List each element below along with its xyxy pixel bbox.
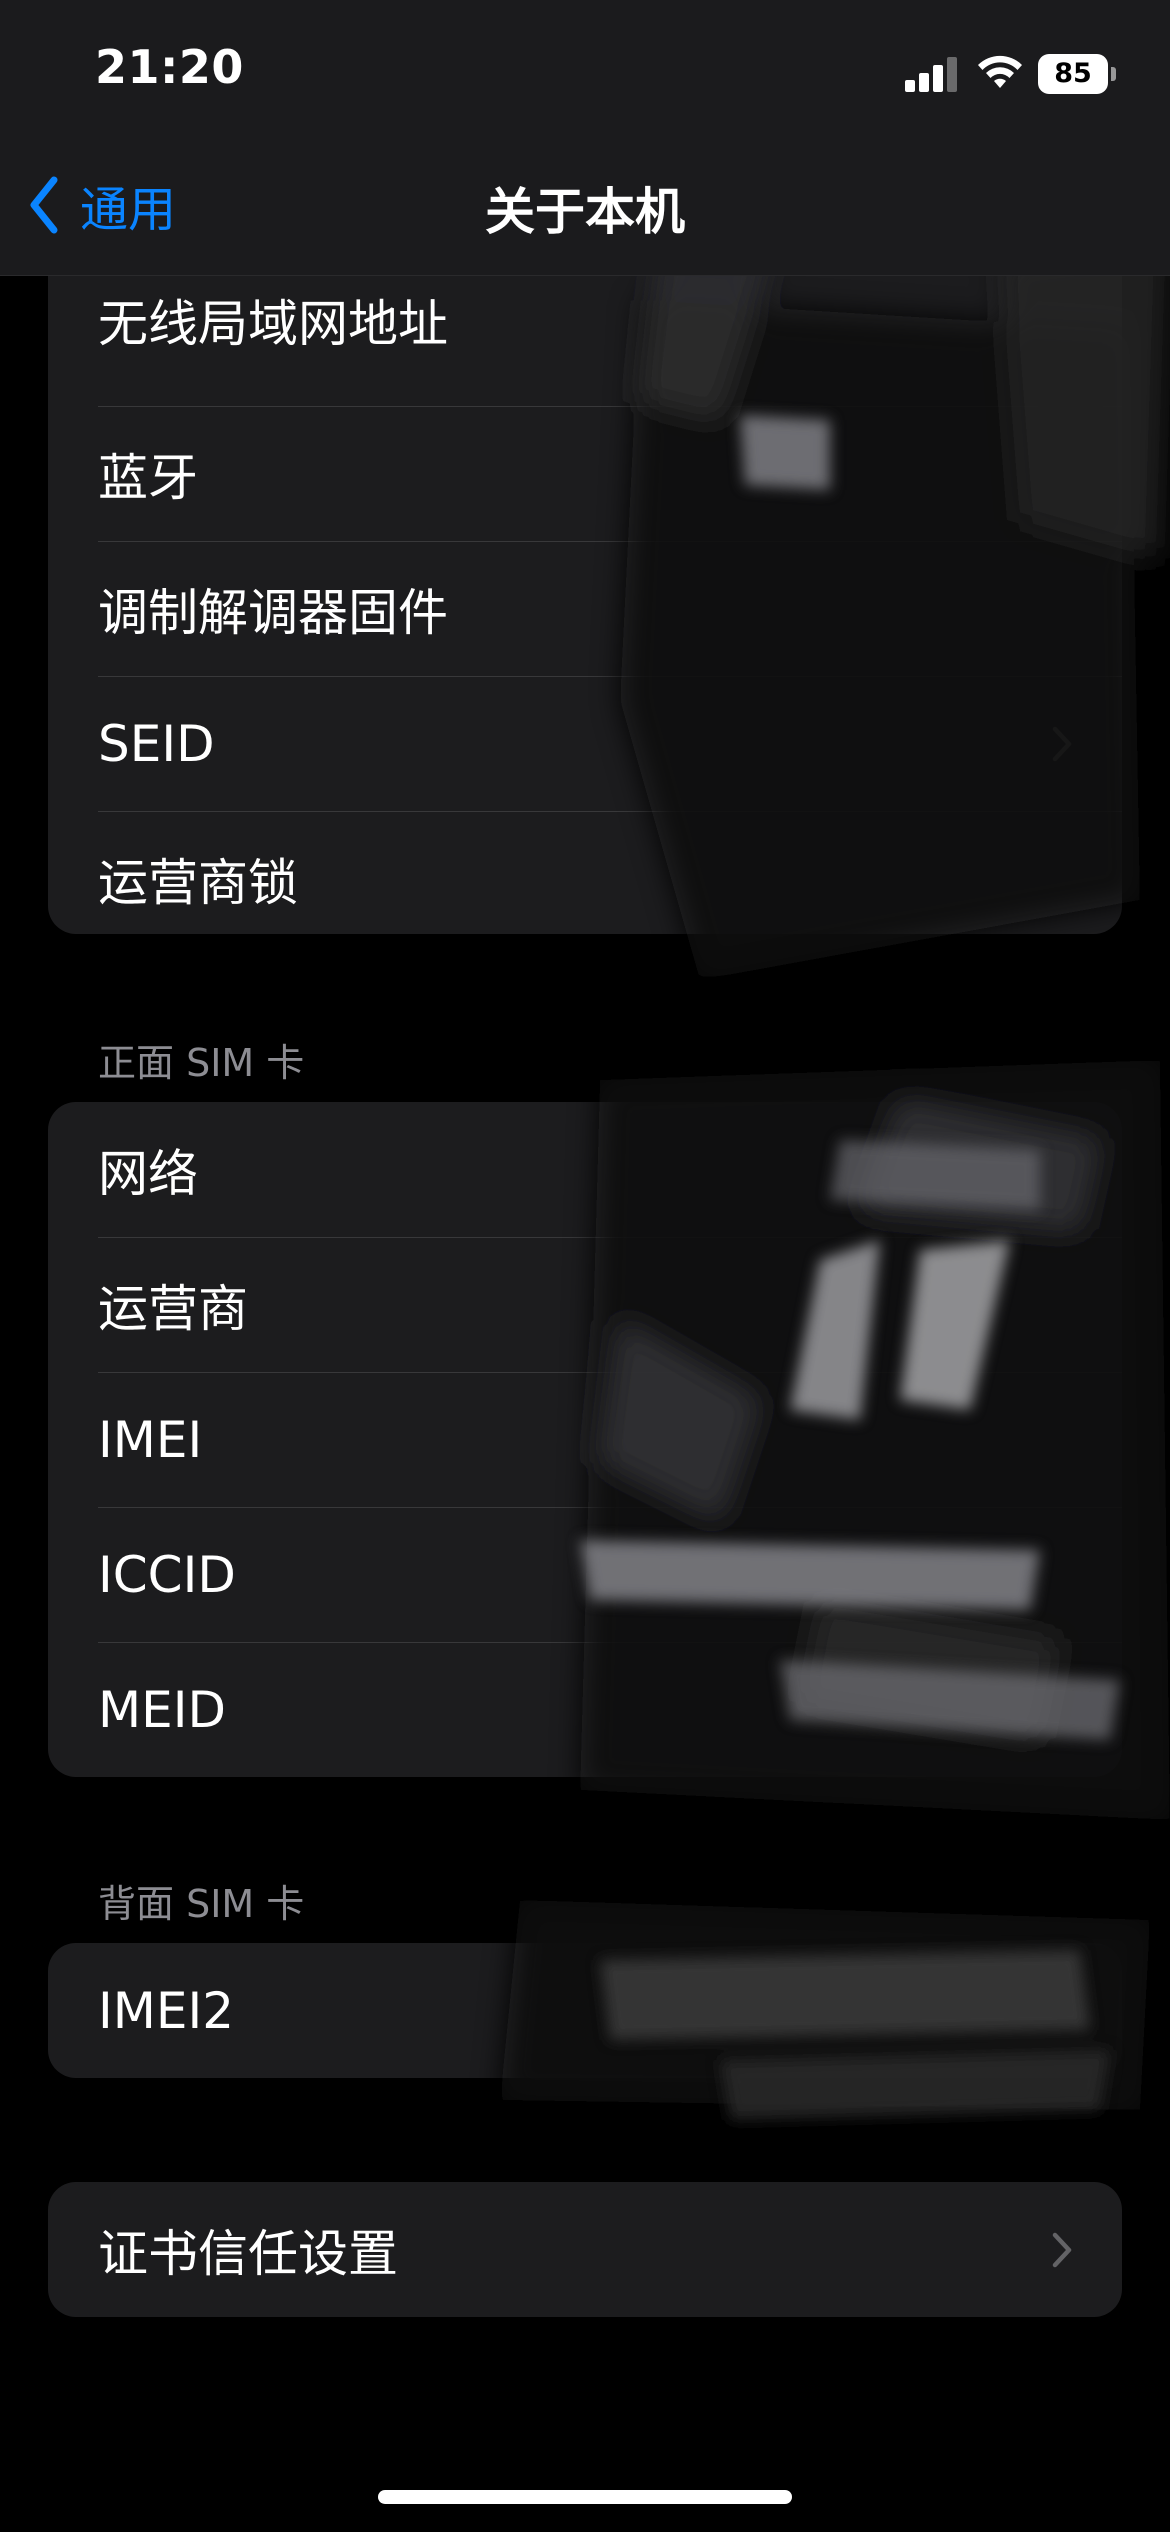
row-label: SEID [98,714,215,773]
row-imei2: IMEI2 [48,1943,1122,2078]
row-seid[interactable]: SEID [48,676,1122,811]
row-certificate-trust-settings[interactable]: 证书信任设置 [48,2182,1122,2317]
back-sim-group: IMEI2 [48,1943,1122,2078]
device-info-group: 无线局域网地址 蓝牙 调制解调器固件 SEID 运营商锁 [48,262,1122,934]
row-label: IMEI2 [98,1981,235,2040]
home-indicator[interactable] [378,2490,792,2504]
cellular-signal-icon [905,56,959,92]
row-label: ICCID [98,1545,236,1604]
row-label: 网络 [98,1144,198,1203]
row-modem-firmware[interactable]: 调制解调器固件 [48,541,1122,676]
row-network: 网络 [48,1102,1122,1237]
chevron-right-icon [1052,2232,1072,2267]
section-header-back-sim: 背面 SIM 卡 [98,1882,305,1926]
row-label: 调制解调器固件 [98,583,448,642]
row-meid: MEID [48,1642,1122,1777]
page-title: 关于本机 [485,183,685,241]
row-label: 运营商 [98,1279,248,1338]
battery-icon: 85 [1038,54,1118,94]
row-imei: IMEI [48,1372,1122,1507]
row-carrier: 运营商 [48,1237,1122,1372]
row-label: 无线局域网地址 [98,295,448,353]
front-sim-group: 网络 运营商 IMEI ICCID MEID [48,1102,1122,1777]
row-carrier-lock[interactable]: 运营商锁 [48,811,1122,934]
row-bluetooth[interactable]: 蓝牙 [48,406,1122,541]
row-label: 证书信任设置 [98,2224,398,2283]
row-label: IMEI [98,1410,203,1469]
chevron-right-icon [1052,726,1072,761]
row-wifi-address[interactable]: 无线局域网地址 [48,262,1122,406]
section-header-front-sim: 正面 SIM 卡 [98,1041,305,1085]
row-iccid: ICCID [48,1507,1122,1642]
row-label: MEID [98,1680,226,1739]
certificate-group: 证书信任设置 [48,2182,1122,2317]
row-label: 运营商锁 [98,853,298,912]
battery-level: 85 [1038,54,1108,94]
battery-tip [1111,67,1116,81]
status-time: 21:20 [95,40,244,94]
status-bar: 21:20 85 [0,0,1170,150]
wifi-icon [978,55,1022,88]
row-label: 蓝牙 [98,448,198,507]
